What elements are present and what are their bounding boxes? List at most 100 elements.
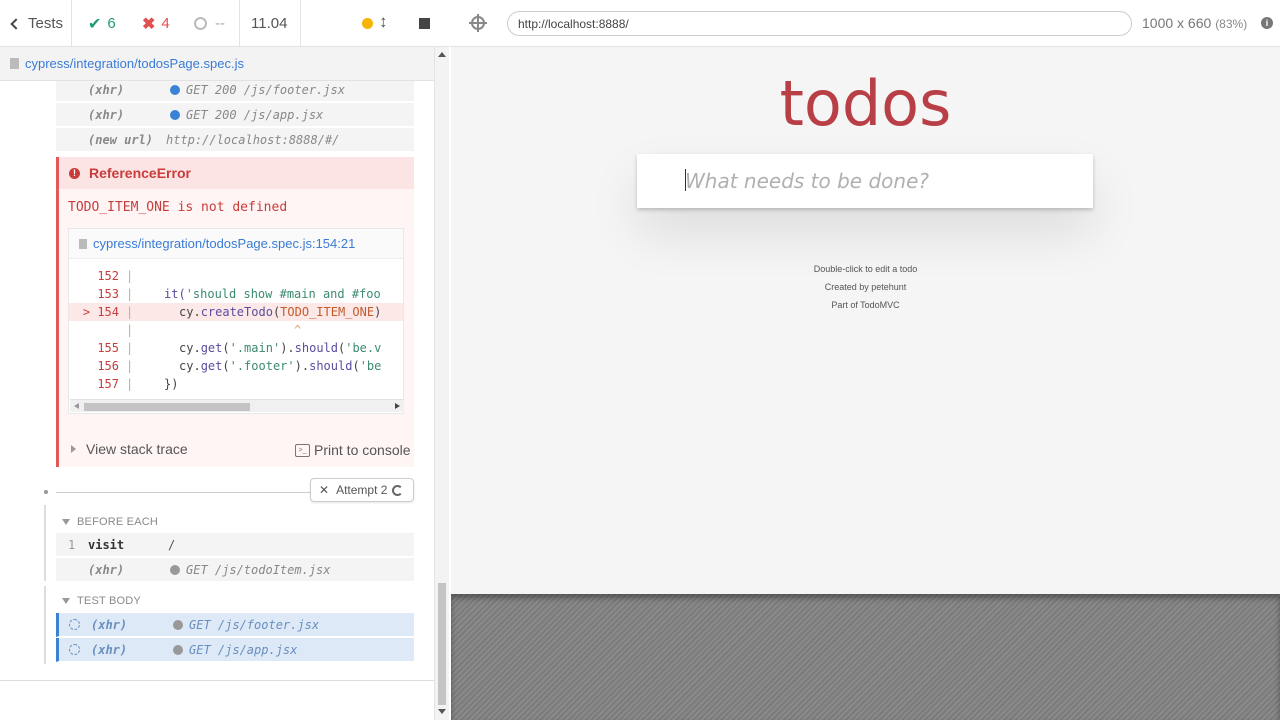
attempt-toggle-button[interactable]: ✕ Attempt 2 <box>310 478 414 502</box>
error-header: ! ReferenceError <box>59 157 414 189</box>
view-stack-trace-toggle[interactable]: View stack trace <box>71 441 188 457</box>
spec-path-bar: cypress/integration/todosPage.spec.js <box>0 47 449 81</box>
command-row-pending[interactable]: (xhr) GET /js/app.jsx <box>56 638 414 662</box>
line-number: 152 <box>97 269 119 283</box>
command-type: (xhr) <box>88 82 125 97</box>
info-line[interactable]: Part of TodoMVC <box>451 296 1280 314</box>
line-number: > 154 <box>82 305 119 319</box>
command-row[interactable]: (xhr) GET /js/todoItem.jsx <box>56 558 414 582</box>
stats-bar: Tests ✔ 6 ✖ 4 -- 11.04 ↕ <box>0 0 449 47</box>
new-todo-input[interactable] <box>637 154 1093 208</box>
code-text: it('should show #main and #foo <box>164 287 381 301</box>
error-caret: ^ <box>294 323 302 337</box>
error-panel: ! ReferenceError TODO_ITEM_ONE is not de… <box>56 157 414 467</box>
hook-guide-line <box>44 505 46 581</box>
command-log: (xhr) GET 200 /js/footer.jsx (xhr) GET 2… <box>0 81 434 680</box>
command-row-pending[interactable]: (xhr) GET /js/footer.jsx <box>56 613 414 637</box>
autoscroll-dot-icon[interactable] <box>362 18 373 29</box>
viewport-scale: (83%) <box>1215 17 1248 31</box>
command-row[interactable]: (new url) http://localhost:8888/#/ <box>56 128 414 152</box>
line-bar: | <box>126 305 134 319</box>
line-number: 156 <box>97 359 119 373</box>
code-frame-file-link[interactable]: cypress/integration/todosPage.spec.js:15… <box>93 236 355 251</box>
duration: 11.04 <box>239 0 301 47</box>
line-number: 157 <box>97 377 119 391</box>
divider-line <box>56 492 316 493</box>
info-line[interactable]: Created by petehunt <box>451 278 1280 296</box>
scrollbar-thumb[interactable] <box>84 403 250 411</box>
selector-playground-crosshair-icon[interactable] <box>469 14 487 32</box>
runner-controls: ↕ <box>301 0 449 47</box>
chevron-left-icon <box>10 17 22 30</box>
status-dot-icon <box>170 109 180 120</box>
command-number: 1 <box>68 537 76 552</box>
back-label: Tests <box>28 15 64 32</box>
hook-test-body-header[interactable]: TEST BODY <box>62 595 141 607</box>
command-message: / <box>168 537 176 552</box>
code-text: cy.createTodo(TODO_ITEM_ONE) <box>179 305 382 319</box>
error-exclamation-icon: ! <box>69 167 80 179</box>
command-name: visit <box>88 537 125 552</box>
viewport-size: 1000 x 660 (83%) <box>1142 15 1247 31</box>
collapse-icon: ✕ <box>319 483 330 497</box>
print-to-console-button[interactable]: >_ Print to console <box>295 442 411 458</box>
reporter-panel: Tests ✔ 6 ✖ 4 -- 11.04 ↕ cypress/integra… <box>0 0 449 720</box>
viewport-dimensions: 1000 x 660 <box>1142 15 1212 31</box>
aut-empty-area <box>451 594 1280 720</box>
x-icon: ✖ <box>142 15 156 33</box>
refresh-spinner-icon <box>392 484 404 496</box>
command-row[interactable]: 1 visit / <box>56 533 414 557</box>
status-dot-icon <box>173 619 183 630</box>
back-to-tests-button[interactable]: Tests <box>0 0 72 47</box>
url-bar[interactable]: http://localhost:8888/ <box>507 11 1132 36</box>
loading-spinner-icon <box>69 619 80 630</box>
info-icon[interactable]: i <box>1261 17 1273 29</box>
code-text: cy.get('.footer').should('be <box>179 359 382 373</box>
line-bar: | <box>126 269 134 283</box>
code-frame: cypress/integration/todosPage.spec.js:15… <box>68 228 404 414</box>
pending-circle-icon <box>194 17 207 30</box>
info-line: Double-click to edit a todo <box>813 264 918 274</box>
command-row[interactable]: (xhr) GET 200 /js/app.jsx <box>56 103 414 127</box>
scroll-up-arrow-icon[interactable] <box>438 52 446 57</box>
command-type: (xhr) <box>91 642 128 657</box>
scroll-down-arrow-icon[interactable] <box>438 709 446 714</box>
command-row[interactable]: (xhr) GET 200 /js/footer.jsx <box>56 81 414 102</box>
pending-count: -- <box>194 0 225 47</box>
scroll-left-arrow-icon[interactable] <box>74 403 79 409</box>
bullet <box>44 490 48 494</box>
command-message: http://localhost:8888/#/ <box>166 132 340 147</box>
print-to-console-label: Print to console <box>314 442 411 458</box>
status-dot-icon <box>170 84 180 95</box>
todo-info-footer: Double-click to edit a todo Created by p… <box>451 260 1280 314</box>
app-under-test: todos Double-click to edit a todo Create… <box>451 47 1280 594</box>
command-type: (xhr) <box>88 107 125 122</box>
line-bar: | <box>126 323 134 337</box>
command-message: GET 200 /js/app.jsx <box>170 108 323 122</box>
line-bar: | <box>126 377 134 391</box>
caret-right-icon <box>71 445 76 453</box>
passed-count: ✔ 6 <box>88 0 116 47</box>
hook-title: TEST BODY <box>77 595 141 607</box>
line-bar: | <box>126 287 134 301</box>
stop-button[interactable] <box>419 18 430 29</box>
command-message: GET /js/app.jsx <box>173 643 297 657</box>
line-bar: | <box>126 359 134 373</box>
code-lines: 152 | 153 | it('should show #main and #foo … <box>69 267 403 393</box>
failed-count: ✖ 4 <box>142 0 170 47</box>
aut-header: http://localhost:8888/ 1000 x 660 (83%) … <box>450 0 1280 47</box>
line-bar: | <box>126 341 134 355</box>
hook-title: BEFORE EACH <box>77 516 159 528</box>
scroll-right-arrow-icon[interactable] <box>395 403 400 409</box>
spec-file-link[interactable]: cypress/integration/todosPage.spec.js <box>25 56 244 71</box>
hook-before-each-header[interactable]: BEFORE EACH <box>62 516 158 528</box>
error-message: TODO_ITEM_ONE is not defined <box>68 200 288 215</box>
code-horizontal-scrollbar[interactable] <box>70 399 404 412</box>
attempt-label: Attempt 2 <box>336 483 388 497</box>
reporter-vertical-scrollbar[interactable] <box>434 47 449 720</box>
command-message: GET 200 /js/footer.jsx <box>170 83 345 97</box>
command-type: (xhr) <box>88 562 125 577</box>
arrows-vertical-icon[interactable]: ↕ <box>379 12 388 32</box>
status-dot-icon <box>170 564 180 575</box>
scrollbar-thumb[interactable] <box>438 583 446 705</box>
